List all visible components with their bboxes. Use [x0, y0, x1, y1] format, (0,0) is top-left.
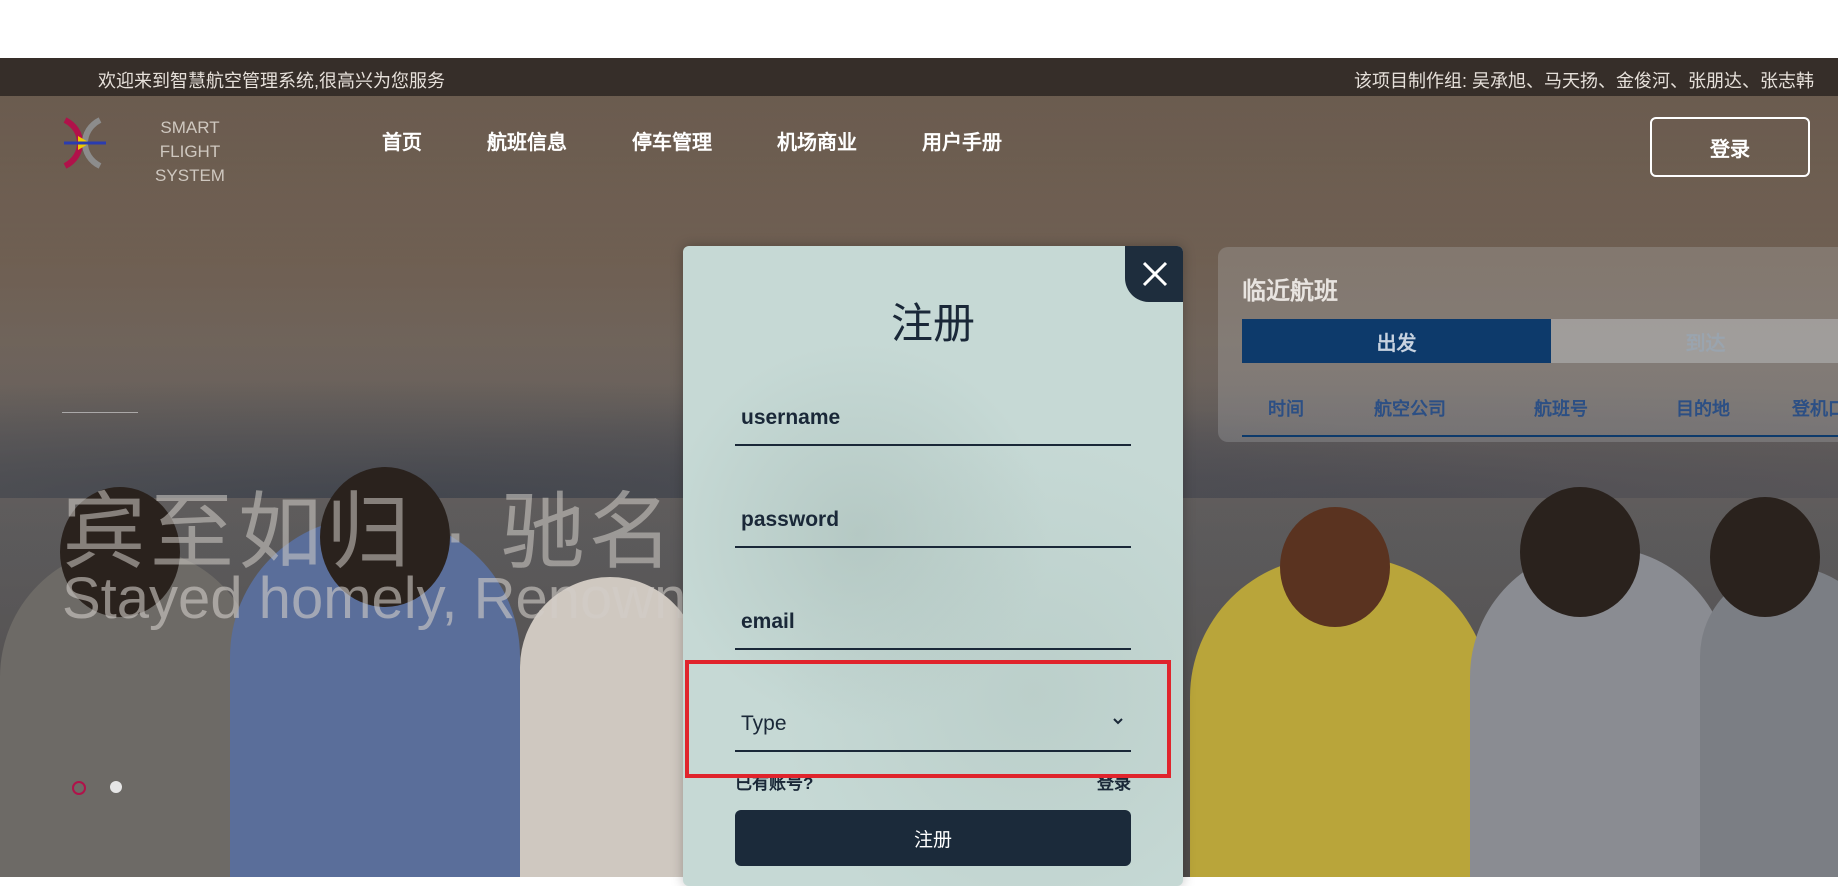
- column-header-gate: 登机口: [1792, 399, 1838, 419]
- column-header-destination: 目的地: [1676, 399, 1730, 419]
- header-login-button[interactable]: 登录: [1650, 117, 1810, 177]
- column-header-airline: 航空公司: [1374, 399, 1446, 419]
- email-placeholder: email: [741, 610, 795, 633]
- register-modal: 注册 username password email Type 已有账号? 登录…: [683, 246, 1183, 886]
- username-placeholder: username: [741, 406, 841, 429]
- team-credits: 该项目制作组: 吴承旭、马天扬、金俊河、张朋达、张志韩: [1354, 71, 1814, 91]
- username-field[interactable]: username: [735, 388, 1131, 446]
- tab-arrival[interactable]: 到达: [1551, 319, 1838, 363]
- nav-item-user-manual[interactable]: 用户手册: [922, 126, 1002, 155]
- logo-text-line2: SYSTEM: [155, 166, 225, 185]
- logo-text: SMART FLIGHT SYSTEM: [130, 116, 250, 188]
- nav-item-parking[interactable]: 停车管理: [632, 126, 712, 155]
- highlight-box: [685, 660, 1171, 778]
- welcome-text: 欢迎来到智慧航空管理系统,很高兴为您服务: [98, 71, 445, 91]
- email-field[interactable]: email: [735, 592, 1131, 650]
- flights-table-header: 时间 航空公司 航班号 目的地 登机口: [1242, 395, 1838, 437]
- column-header-flight-number: 航班号: [1534, 399, 1588, 419]
- upcoming-flights-panel: 临近航班 出发 到达 时间 航空公司 航班号 目的地 登机口: [1218, 247, 1838, 442]
- logo-text-line1: SMART FLIGHT: [159, 118, 221, 161]
- nav-item-flight-info[interactable]: 航班信息: [487, 126, 567, 155]
- register-title: 注册: [890, 300, 975, 347]
- register-submit-button[interactable]: 注册: [735, 810, 1131, 866]
- flights-title: 临近航班: [1242, 278, 1338, 305]
- hero-divider: [62, 412, 138, 413]
- nav-item-home[interactable]: 首页: [382, 126, 422, 155]
- top-info-bar: 欢迎来到智慧航空管理系统,很高兴为您服务 该项目制作组: 吴承旭、马天扬、金俊河…: [0, 58, 1838, 96]
- carousel-dot[interactable]: [110, 781, 122, 793]
- hero-title-en: Stayed homely, Renowned: [62, 566, 751, 631]
- nav-item-airport-business[interactable]: 机场商业: [777, 126, 857, 155]
- close-icon: [1142, 261, 1168, 287]
- carousel-dot-active[interactable]: [72, 781, 86, 795]
- logo-icon: [63, 117, 106, 169]
- password-placeholder: password: [741, 508, 840, 531]
- tab-departure[interactable]: 出发: [1242, 319, 1551, 363]
- password-field[interactable]: password: [735, 490, 1131, 548]
- column-header-time: 时间: [1268, 399, 1304, 419]
- site-logo[interactable]: SMART FLIGHT SYSTEM: [60, 116, 260, 185]
